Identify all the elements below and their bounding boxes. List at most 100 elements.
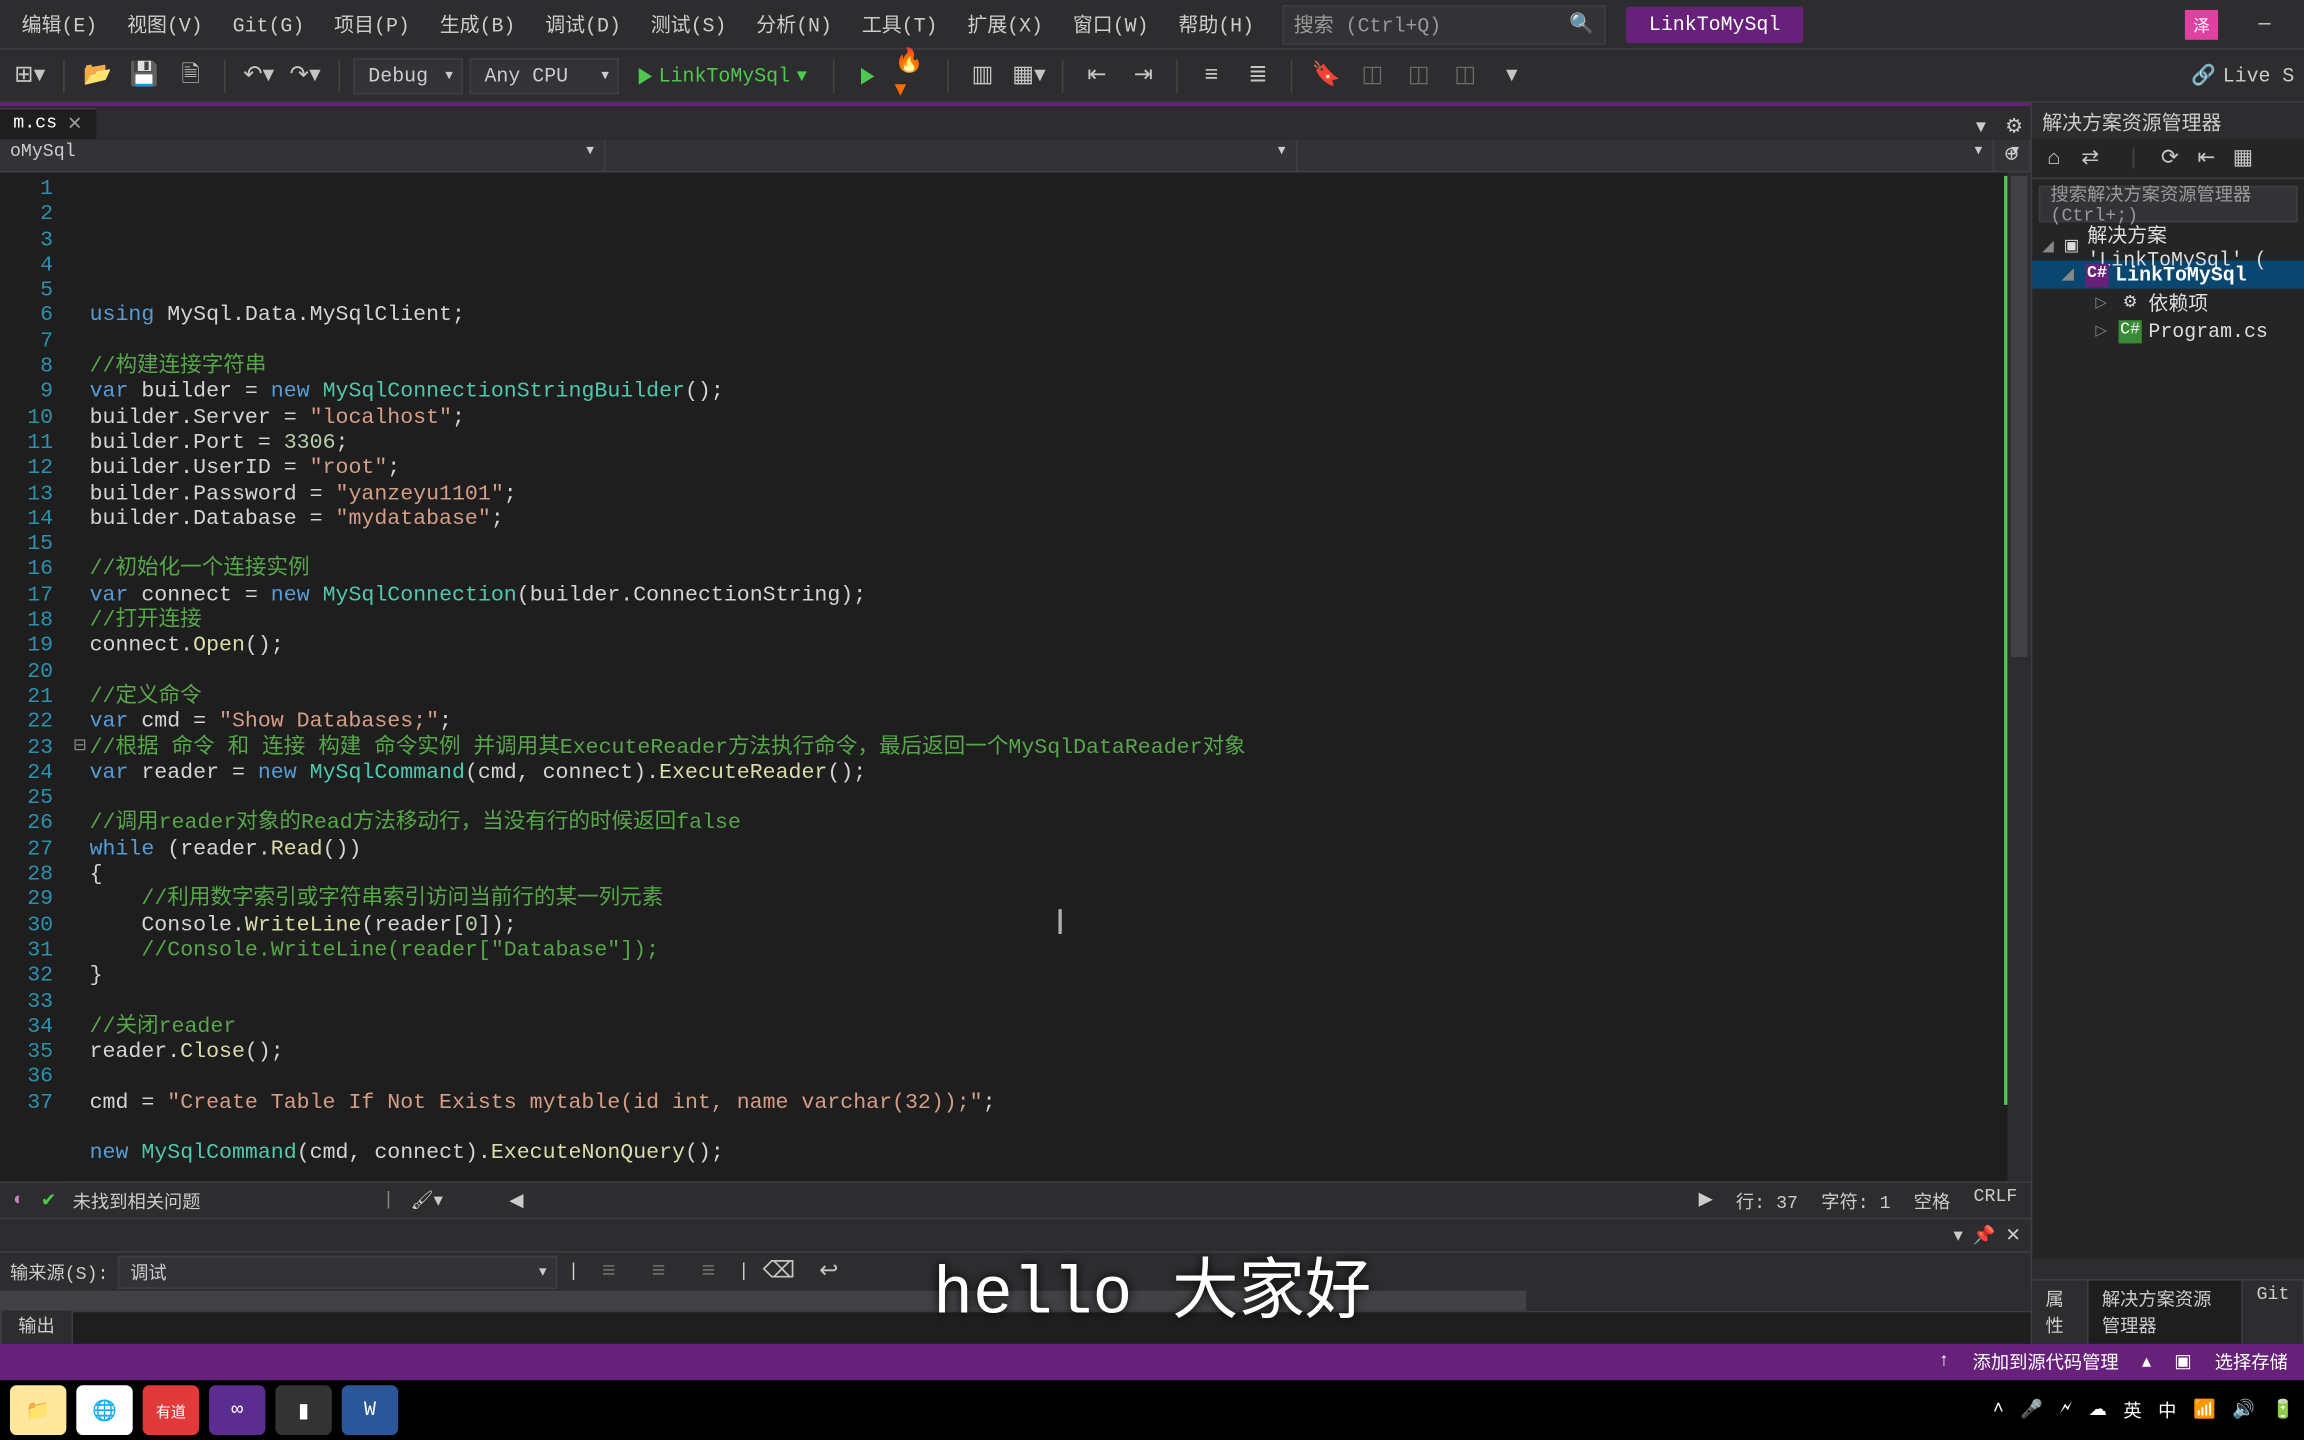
volume-icon[interactable]: 🔊 (2232, 1399, 2255, 1422)
encoding-indicator[interactable]: CRLF (1974, 1187, 2018, 1214)
hot-reload-icon[interactable]: 🔥▾ (895, 56, 935, 96)
menu-item[interactable]: 分析(N) (741, 8, 847, 44)
close-icon[interactable]: ✕ (67, 113, 82, 136)
collapse-icon[interactable]: ⇤ (2192, 144, 2222, 174)
hscroll-right-icon[interactable]: ▶ (1699, 1187, 1713, 1214)
tb-icon-7[interactable]: ◫ (1353, 56, 1393, 96)
menu-item[interactable]: 扩展(X) (952, 8, 1058, 44)
pin-icon[interactable]: 📌 (1973, 1224, 1996, 1247)
undo-icon[interactable]: ↶▾ (239, 56, 279, 96)
menu-item[interactable]: 项目(P) (319, 8, 425, 44)
live-share-button[interactable]: 🔗 Live S (2191, 63, 2294, 88)
issue-indicator-icon[interactable]: ◐ (13, 1190, 24, 1210)
start-debug-button[interactable]: LinkToMySql ▾ (625, 63, 820, 88)
wifi-icon[interactable]: 📶 (2193, 1399, 2216, 1422)
out-icon-1[interactable]: ≡ (589, 1252, 629, 1292)
menu-item[interactable]: 编辑(E) (7, 8, 113, 44)
line-indicator[interactable]: 行: 37 (1736, 1187, 1798, 1214)
refresh-icon[interactable]: ⟳ (2155, 144, 2185, 174)
tb-icon-5[interactable]: ≡ (1192, 56, 1232, 96)
ime-icon[interactable]: 英 (2123, 1397, 2141, 1424)
dropdown-icon[interactable]: ▾ (1954, 1224, 1963, 1247)
menu-item[interactable]: 帮助(H) (1163, 8, 1269, 44)
bookmark-icon[interactable]: 🔖 (1306, 56, 1346, 96)
clear-icon[interactable]: ⌫ (759, 1252, 799, 1292)
nav-symbol-dropdown[interactable] (1297, 139, 1994, 171)
file-tab[interactable]: m.cs ✕ (0, 108, 96, 140)
cloud-icon[interactable]: ☁ (2088, 1399, 2106, 1422)
out-icon-3[interactable]: ≡ (689, 1252, 729, 1292)
system-tray[interactable]: ˄ 🎤 🗲 ☁ 英 中 📶 🔊 🔋 (1993, 1397, 2295, 1424)
output-tab[interactable]: 输出 (0, 1306, 73, 1344)
nav-member-dropdown[interactable] (606, 139, 1297, 171)
solution-search-input[interactable]: 搜索解决方案资源管理器(Ctrl+;) (2039, 186, 2298, 222)
menu-item[interactable]: Git(G) (218, 8, 320, 44)
redo-icon[interactable]: ↷▾ (285, 56, 325, 96)
toolbar: ⊞▾ 📂 💾 🗎 ↶▾ ↷▾ Debug Any CPU LinkToMySql… (0, 50, 2304, 103)
menu-item[interactable]: 视图(V) (112, 8, 218, 44)
youdao-icon[interactable]: 有道 (143, 1385, 199, 1435)
start-nodebug-button[interactable] (848, 67, 888, 84)
nav-scope-dropdown[interactable]: oMySql (0, 139, 606, 171)
tb-icon-8[interactable]: ◫ (1399, 56, 1439, 96)
battery-icon[interactable]: 🗲 (2060, 1400, 2072, 1420)
tb-icon-1[interactable]: ▥ (963, 56, 1003, 96)
search-input[interactable]: 搜索 (Ctrl+Q) 🔍 (1282, 4, 1606, 44)
menu-item[interactable]: 测试(S) (636, 8, 742, 44)
sync-icon[interactable]: ⇄ (2075, 144, 2105, 174)
ime2-icon[interactable]: 中 (2158, 1397, 2176, 1424)
add-to-source-control[interactable]: 添加到源代码管理 (1973, 1349, 2119, 1376)
tb-overflow-icon[interactable]: ▾ (1492, 56, 1532, 96)
output-source-dropdown[interactable]: 调试 (118, 1255, 558, 1288)
edge-icon[interactable]: 🌐 (76, 1385, 132, 1435)
power-icon[interactable]: 🔋 (2272, 1399, 2295, 1422)
explorer-icon[interactable]: 📁 (10, 1385, 66, 1435)
chevron-up-icon[interactable]: ˄ (1993, 1400, 2004, 1420)
terminal-icon[interactable]: ▮ (275, 1385, 331, 1435)
split-icon[interactable]: ⊕ (1994, 139, 2031, 171)
mic-icon[interactable]: 🎤 (2020, 1399, 2043, 1422)
gear-icon[interactable]: ⚙ (1997, 114, 2030, 139)
config-dropdown[interactable]: Debug (353, 57, 463, 93)
whitespace-indicator[interactable]: 空格 (1914, 1187, 1950, 1214)
tb-icon-9[interactable]: ◫ (1445, 56, 1485, 96)
tb-icon-2[interactable]: ▦▾ (1009, 56, 1049, 96)
tb-icon-6[interactable]: ≣ (1238, 56, 1278, 96)
close-panel-icon[interactable]: ✕ (2005, 1224, 2020, 1247)
open-icon[interactable]: 📂 (78, 56, 118, 96)
file-node[interactable]: ▷C#Program.cs (2032, 317, 2304, 345)
solution-node[interactable]: ◢▣解决方案 'LinkToMySql' ( (2032, 232, 2304, 260)
tb-icon-4[interactable]: ⇥ (1124, 56, 1164, 96)
save-all-icon[interactable]: 🗎 (171, 56, 211, 96)
home-icon[interactable]: ⌂ (2039, 144, 2069, 174)
menu-item[interactable]: 窗口(W) (1058, 8, 1164, 44)
select-repo[interactable]: 选择存储 (2215, 1349, 2288, 1376)
side-hscroll[interactable] (2032, 1259, 2304, 1279)
out-icon-2[interactable]: ≡ (639, 1252, 679, 1292)
save-icon[interactable]: 💾 (124, 56, 164, 96)
deps-node[interactable]: ▷⚙依赖项 (2032, 289, 2304, 317)
solution-tree[interactable]: ◢▣解决方案 'LinkToMySql' ( ◢C#LinkToMySql ▷⚙… (2032, 229, 2304, 1259)
code-editor[interactable]: 1234567891011121314151617181920212223242… (0, 173, 2031, 1182)
cleanup-icon[interactable]: 🖌▾ (410, 1189, 442, 1212)
menu-item[interactable]: 调试(D) (530, 8, 636, 44)
platform-dropdown[interactable]: Any CPU (470, 57, 619, 93)
tb-icon-3[interactable]: ⇤ (1077, 56, 1117, 96)
hscroll-left-icon[interactable]: ◀ (509, 1189, 523, 1212)
char-indicator[interactable]: 字符: 1 (1821, 1187, 1890, 1214)
tab-dropdown-icon[interactable]: ▾ (1964, 114, 1997, 139)
tab-properties[interactable]: 属性 (2032, 1281, 2088, 1344)
menu-item[interactable]: 工具(T) (847, 8, 953, 44)
vs-icon[interactable]: ∞ (209, 1385, 265, 1435)
tab-solution-explorer[interactable]: 解决方案资源管理器 (2089, 1281, 2244, 1344)
tab-git[interactable]: Git (2243, 1281, 2304, 1344)
back-nav-icon[interactable]: ⊞▾ (10, 56, 50, 96)
wordwrap-icon[interactable]: ↩ (809, 1252, 849, 1292)
menu-item[interactable]: 生成(B) (425, 8, 531, 44)
menu-bar: 编辑(E)视图(V)Git(G)项目(P)生成(B)调试(D)测试(S)分析(N… (0, 0, 2304, 50)
minimize-button[interactable]: ─ (2231, 1, 2297, 47)
vertical-scrollbar[interactable] (2007, 173, 2030, 1182)
word-icon[interactable]: W (342, 1385, 398, 1435)
show-all-icon[interactable]: ▦ (2228, 144, 2258, 174)
user-badge[interactable]: 泽 (2185, 9, 2218, 39)
